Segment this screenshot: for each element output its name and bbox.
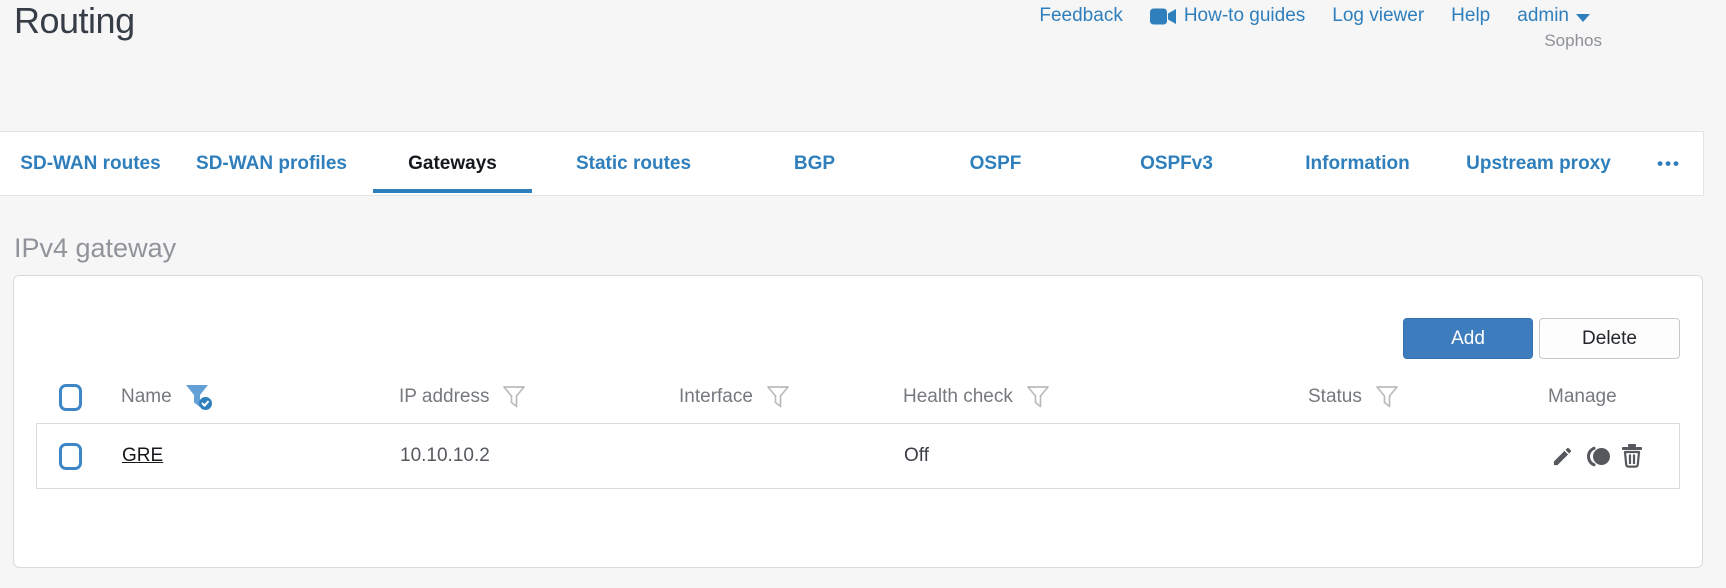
- feedback-link[interactable]: Feedback: [1039, 5, 1122, 27]
- ip-address-value: 10.10.10.2: [400, 445, 490, 466]
- howto-guides-link[interactable]: How-to guides: [1149, 5, 1305, 27]
- chevron-down-icon: [1576, 13, 1590, 22]
- tab-sdwan-routes[interactable]: SD-WAN routes: [0, 132, 181, 195]
- health-check-value: Off: [904, 445, 929, 466]
- admin-menu[interactable]: admin: [1517, 5, 1590, 27]
- tab-bgp[interactable]: BGP: [724, 132, 905, 195]
- column-header-name: Name: [121, 386, 172, 407]
- table-row: GRE 10.10.10.2 Off: [36, 423, 1680, 489]
- tab-ospf[interactable]: OSPF: [905, 132, 1086, 195]
- filter-active-icon[interactable]: [185, 384, 213, 411]
- filter-icon[interactable]: [1026, 385, 1050, 409]
- column-header-interface: Interface: [679, 386, 753, 407]
- table-header-row: Name IP address Interface Health check S…: [36, 371, 1680, 423]
- filter-icon[interactable]: [766, 385, 790, 409]
- edit-icon[interactable]: [1551, 445, 1574, 468]
- help-link[interactable]: Help: [1451, 5, 1490, 27]
- gateway-table: Name IP address Interface Health check S…: [36, 371, 1680, 489]
- column-header-status: Status: [1308, 386, 1362, 407]
- admin-user-label: admin: [1517, 5, 1569, 26]
- filter-icon[interactable]: [1375, 385, 1399, 409]
- tab-sdwan-profiles[interactable]: SD-WAN profiles: [181, 132, 362, 195]
- row-checkbox[interactable]: [59, 442, 82, 470]
- ipv4-gateway-panel: Add Delete Name IP address Interface Hea…: [13, 275, 1703, 568]
- log-viewer-link[interactable]: Log viewer: [1332, 5, 1424, 27]
- tab-upstream-proxy[interactable]: Upstream proxy: [1448, 132, 1629, 195]
- tab-ospfv3[interactable]: OSPFv3: [1086, 132, 1267, 195]
- select-all-checkbox[interactable]: [59, 383, 82, 411]
- add-button[interactable]: Add: [1403, 318, 1533, 359]
- gateway-name-link[interactable]: GRE: [122, 445, 163, 466]
- brand-label: Sophos: [1544, 31, 1602, 50]
- routing-page: Routing Feedback How-to guides Log viewe…: [0, 0, 1726, 588]
- tab-static-routes[interactable]: Static routes: [543, 132, 724, 195]
- column-header-manage: Manage: [1548, 386, 1617, 407]
- tab-information[interactable]: Information: [1267, 132, 1448, 195]
- video-camera-icon: [1149, 8, 1176, 25]
- tab-bar: SD-WAN routes SD-WAN profiles Gateways S…: [0, 131, 1704, 196]
- clone-icon[interactable]: [1584, 445, 1611, 468]
- top-links: Feedback How-to guides Log viewer Help a…: [1039, 5, 1590, 27]
- section-title: IPv4 gateway: [14, 233, 177, 263]
- column-header-health-check: Health check: [903, 386, 1013, 407]
- page-title: Routing: [14, 0, 135, 41]
- tab-overflow-ellipsis-icon[interactable]: •••: [1657, 132, 1681, 195]
- tab-gateways[interactable]: Gateways: [362, 132, 543, 195]
- filter-icon[interactable]: [502, 385, 526, 409]
- delete-row-icon[interactable]: [1621, 444, 1643, 468]
- delete-button[interactable]: Delete: [1539, 318, 1680, 359]
- column-header-ip-address: IP address: [399, 386, 490, 407]
